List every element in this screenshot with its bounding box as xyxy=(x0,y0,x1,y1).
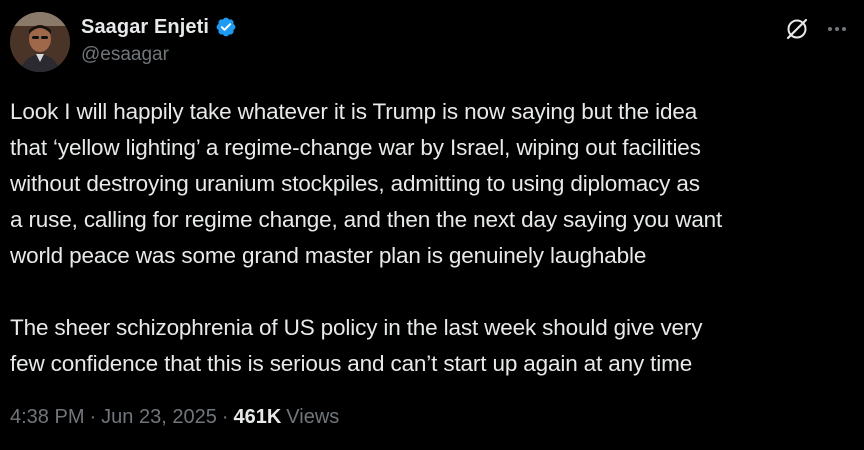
grok-icon[interactable] xyxy=(784,16,810,42)
meta-separator: · xyxy=(221,406,229,428)
display-name[interactable]: Saagar Enjeti xyxy=(81,16,209,39)
tweet-meta: 4:38 PM · Jun 23, 2025 · 461K Views xyxy=(10,406,339,429)
avatar[interactable] xyxy=(10,12,70,72)
tweet-date[interactable]: Jun 23, 2025 xyxy=(101,406,217,429)
more-horizontal-icon[interactable] xyxy=(824,16,850,42)
top-actions xyxy=(784,16,850,42)
meta-separator: · xyxy=(89,406,97,428)
avatar-image xyxy=(10,12,70,72)
tweet-text: Look I will happily take whatever it is … xyxy=(10,94,860,382)
tweet-paragraph: The sheer schizophrenia of US policy in … xyxy=(10,315,703,376)
tweet-paragraph: Look I will happily take whatever it is … xyxy=(10,99,723,268)
verified-badge-icon[interactable] xyxy=(215,16,237,38)
handle[interactable]: @esaagar xyxy=(81,44,237,66)
views-count: 461K xyxy=(233,406,282,428)
display-name-row: Saagar Enjeti xyxy=(81,14,237,40)
tweet-time[interactable]: 4:38 PM xyxy=(10,406,84,429)
tweet-card: Saagar Enjeti @esaagar Look I will happi… xyxy=(0,0,864,450)
views-label: Views xyxy=(286,406,340,428)
author-info: Saagar Enjeti @esaagar xyxy=(81,14,237,66)
